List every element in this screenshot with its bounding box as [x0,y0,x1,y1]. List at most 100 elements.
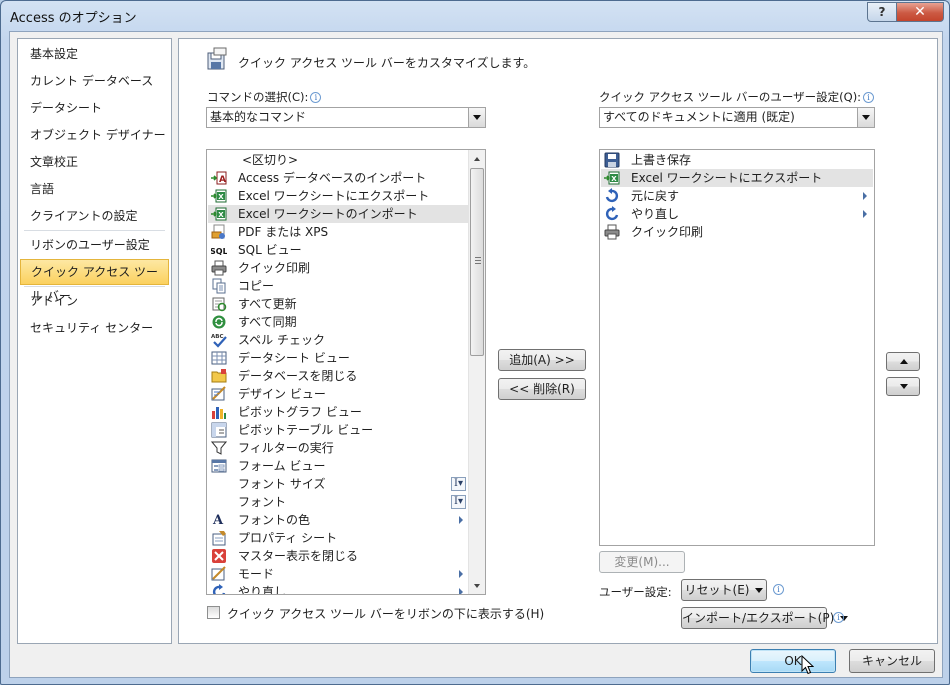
design-view-icon [211,386,227,402]
import-export-dropdown[interactable]: インポート/エクスポート(P) [681,607,849,629]
command-item-label: マスター表示を閉じる [238,549,359,563]
nav-item[interactable]: カレント データベース [20,68,169,94]
reset-dropdown[interactable]: リセット(E) [681,579,767,601]
nav-item[interactable]: オブジェクト デザイナー [20,122,169,148]
qat-item[interactable]: 元に戻す [601,187,873,205]
command-item[interactable]: プロパティ シート [208,529,469,547]
ok-button[interactable]: OK [750,649,836,673]
info-icon[interactable]: i [310,92,322,103]
nav-item[interactable]: 基本設定 [20,41,169,67]
command-item[interactable]: X Excel ワークシートにエクスポート [208,187,469,205]
command-item-label: フォーム ビュー [238,459,326,473]
command-item[interactable]: マスター表示を閉じる [208,547,469,565]
qat-scope-combo[interactable]: すべてのドキュメントに適用 (既定) [599,107,875,128]
command-item[interactable]: PDF または XPS [208,223,469,241]
command-item-label: プロパティ シート [238,531,338,545]
commands-combo[interactable]: 基本的なコマンド [206,107,486,128]
qat-item[interactable]: クイック印刷 [601,223,873,241]
chevron-down-icon[interactable] [857,108,874,127]
qat-scope-value: すべてのドキュメントに適用 (既定) [603,110,795,124]
commands-list[interactable]: <区切り> A Access データベースのインポート X Excel ワークシートにエ… [206,149,486,595]
nav-divider [24,230,165,231]
nav-item[interactable]: 文章校正 [20,149,169,175]
info-icon[interactable]: i [833,612,844,623]
below-ribbon-checkbox[interactable] [207,606,220,619]
command-item[interactable]: フォント I▾ [208,493,469,511]
command-item[interactable]: A Access データベースのインポート [208,169,469,187]
add-button[interactable]: 追加(A) >> [498,349,586,371]
command-item-label: すべて更新 [238,297,297,311]
command-item[interactable]: やり直し [208,583,469,594]
command-item[interactable]: ABC スペル チェック [208,331,469,349]
printer-icon [604,224,620,240]
commands-scrollbar[interactable] [468,150,485,594]
command-item[interactable]: A フォントの色 [208,511,469,529]
modify-button[interactable]: 変更(M)... [599,551,685,573]
qat-item[interactable]: やり直し [601,205,873,223]
qat-label: クイック アクセス ツール バーのユーザー設定(Q): i [599,89,875,105]
sync-icon [211,314,227,330]
command-item[interactable]: フォーム ビュー [208,457,469,475]
sql-icon: SQL [210,242,228,258]
command-item-label: ピボットテーブル ビュー [238,423,374,437]
qat-item-label: やり直し [631,207,680,221]
command-item[interactable]: フィルターの実行 [208,439,469,457]
qat-customize-icon [207,47,227,70]
chevron-down-icon[interactable] [468,108,485,127]
command-item[interactable]: ピボットテーブル ビュー [208,421,469,439]
command-item[interactable]: コピー [208,277,469,295]
nav-item[interactable]: クイック アクセス ツール バー [20,259,169,303]
redo-icon [211,584,227,594]
command-item-label: すべて同期 [238,315,297,329]
copy-icon [211,278,227,294]
command-item[interactable]: デザイン ビュー [208,385,469,403]
pivot-chart-icon [211,404,227,420]
import-export-label: インポート/エクスポート(P) [682,611,835,625]
nav-item[interactable]: 言語 [20,176,169,202]
command-item[interactable]: SQL SQL ビュー [208,241,469,259]
nav-item[interactable]: データシート [20,95,169,121]
qat-list[interactable]: 上書き保存 X Excel ワークシートにエクスポート元に戻すやり直しクイック印刷 [599,149,875,546]
close-button[interactable]: ✕ [896,2,944,22]
command-item[interactable]: ピボットグラフ ビュー [208,403,469,421]
command-item-label: ピボットグラフ ビュー [238,405,362,419]
cancel-button[interactable]: キャンセル [849,649,935,673]
scroll-up-icon[interactable] [469,150,485,167]
info-icon[interactable]: i [773,584,784,595]
qat-item[interactable]: 上書き保存 [601,151,873,169]
help-button[interactable]: ? [867,2,897,22]
command-item[interactable]: クイック印刷 [208,259,469,277]
command-item-label: フォント サイズ [238,477,326,491]
title-bar: Access のオプション ? ✕ [1,1,949,31]
qat-item-label: 元に戻す [631,189,680,203]
command-item[interactable]: すべて同期 [208,313,469,331]
command-item[interactable]: すべて更新 [208,295,469,313]
move-up-button[interactable] [886,352,920,371]
command-item[interactable]: フォント サイズ I▾ [208,475,469,493]
printer-icon [211,260,227,276]
command-item[interactable]: データベースを閉じる [208,367,469,385]
below-ribbon-label[interactable]: クイック アクセス ツール バーをリボンの下に表示する(H) [227,605,544,622]
command-item[interactable]: <区切り> [208,151,469,169]
move-down-button[interactable] [886,377,920,396]
main-panel: クイック アクセス ツール バーをカスタマイズします。 コマンドの選択(C): i… [178,38,938,644]
nav-item[interactable]: リボンのユーザー設定 [20,232,169,258]
redo-icon [604,206,620,222]
chevron-down-icon [755,588,764,593]
qat-item[interactable]: X Excel ワークシートにエクスポート [601,169,873,187]
command-item[interactable]: X Excel ワークシートのインポート [208,205,469,223]
scroll-thumb[interactable] [470,168,484,356]
submenu-arrow-icon [459,588,463,594]
nav-item[interactable]: セキュリティ センター [20,315,169,341]
command-item[interactable]: データシート ビュー [208,349,469,367]
nav-item[interactable]: アドイン [20,288,169,314]
info-icon[interactable]: i [863,92,875,103]
remove-button[interactable]: << 削除(R) [498,378,586,400]
command-item-label: Access データベースのインポート [238,171,427,185]
scroll-down-icon[interactable] [469,577,485,594]
nav-item[interactable]: クライアントの設定 [20,203,169,229]
datasheet-icon [211,350,227,366]
qat-item-label: 上書き保存 [631,153,692,167]
command-item[interactable]: モード [208,565,469,583]
excel-export-icon: X [604,170,620,186]
